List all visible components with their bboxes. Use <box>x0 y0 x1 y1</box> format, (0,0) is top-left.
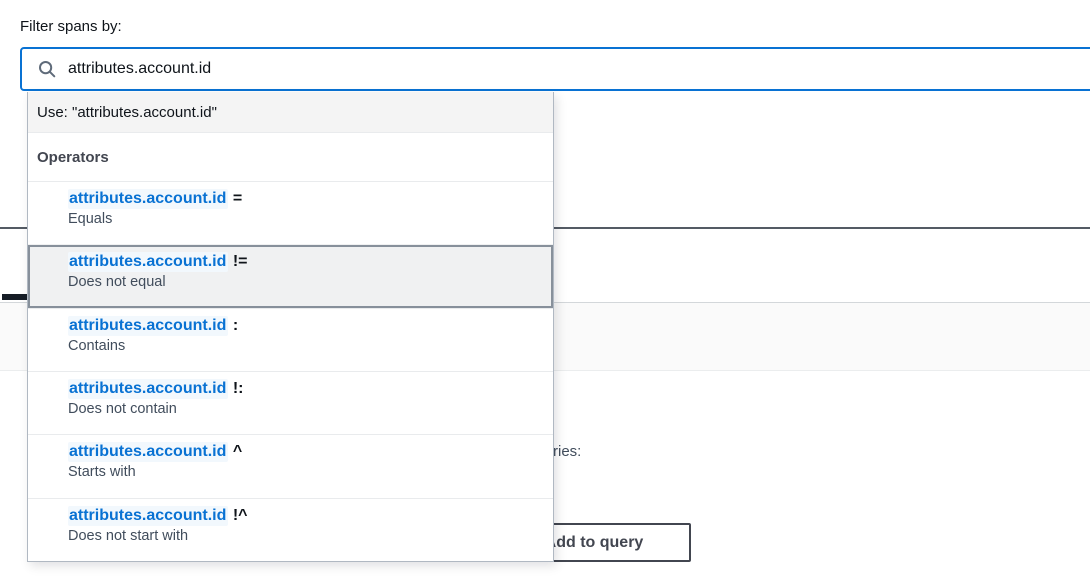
search-icon <box>38 60 56 78</box>
matched-term: attributes.account.id <box>68 252 228 272</box>
matched-term: attributes.account.id <box>68 442 228 462</box>
matched-term: attributes.account.id <box>68 189 228 209</box>
operator-option-main: attributes.account.id != <box>68 253 545 271</box>
operator-option-!=[interactable]: attributes.account.id != Does not equal <box>28 244 553 307</box>
operator-option-:[interactable]: attributes.account.id : Contains <box>28 308 553 371</box>
operator-symbol: = <box>233 190 242 207</box>
autosuggest-dropdown: Use: "attributes.account.id" Operators a… <box>27 92 554 562</box>
matched-term: attributes.account.id <box>68 316 228 336</box>
use-value-option[interactable]: Use: "attributes.account.id" <box>28 92 553 133</box>
operator-option-=[interactable]: attributes.account.id = Equals <box>28 182 553 244</box>
operator-option-main: attributes.account.id ^ <box>68 443 545 461</box>
operator-option-!^[interactable]: attributes.account.id !^ Does not start … <box>28 498 553 561</box>
operator-option-main: attributes.account.id !: <box>68 380 545 398</box>
operator-option-main: attributes.account.id = <box>68 190 545 208</box>
operator-symbol: !^ <box>233 507 248 524</box>
operator-option-^[interactable]: attributes.account.id ^ Starts with <box>28 434 553 497</box>
operators-group-header: Operators <box>28 133 553 182</box>
filter-spans-label: Filter spans by: <box>20 18 122 35</box>
operator-description: Does not start with <box>68 528 545 544</box>
matched-term: attributes.account.id <box>68 506 228 526</box>
operator-option-main: attributes.account.id : <box>68 317 545 335</box>
operator-options-list: attributes.account.id = Equals attribute… <box>28 182 553 561</box>
search-input-value: attributes.account.id <box>68 60 211 78</box>
operator-option-main: attributes.account.id !^ <box>68 507 545 525</box>
operator-description: Equals <box>68 211 545 227</box>
matched-term: attributes.account.id <box>68 379 228 399</box>
operator-description: Does not equal <box>68 274 545 290</box>
operator-symbol: ^ <box>233 443 242 460</box>
active-tab-indicator <box>2 294 27 300</box>
operator-description: Does not contain <box>68 401 545 417</box>
operator-description: Starts with <box>68 464 545 480</box>
operator-symbol: != <box>233 253 248 270</box>
operator-symbol: !: <box>233 380 244 397</box>
operator-symbol: : <box>233 317 238 334</box>
transaction-search-page: ries: Add to query Filter spans by: attr… <box>0 0 1090 576</box>
operator-description: Contains <box>68 338 545 354</box>
span-filter-input[interactable]: attributes.account.id <box>20 47 1090 91</box>
queries-label-partial: ries: <box>553 443 581 460</box>
operator-option-!:[interactable]: attributes.account.id !: Does not contai… <box>28 371 553 434</box>
